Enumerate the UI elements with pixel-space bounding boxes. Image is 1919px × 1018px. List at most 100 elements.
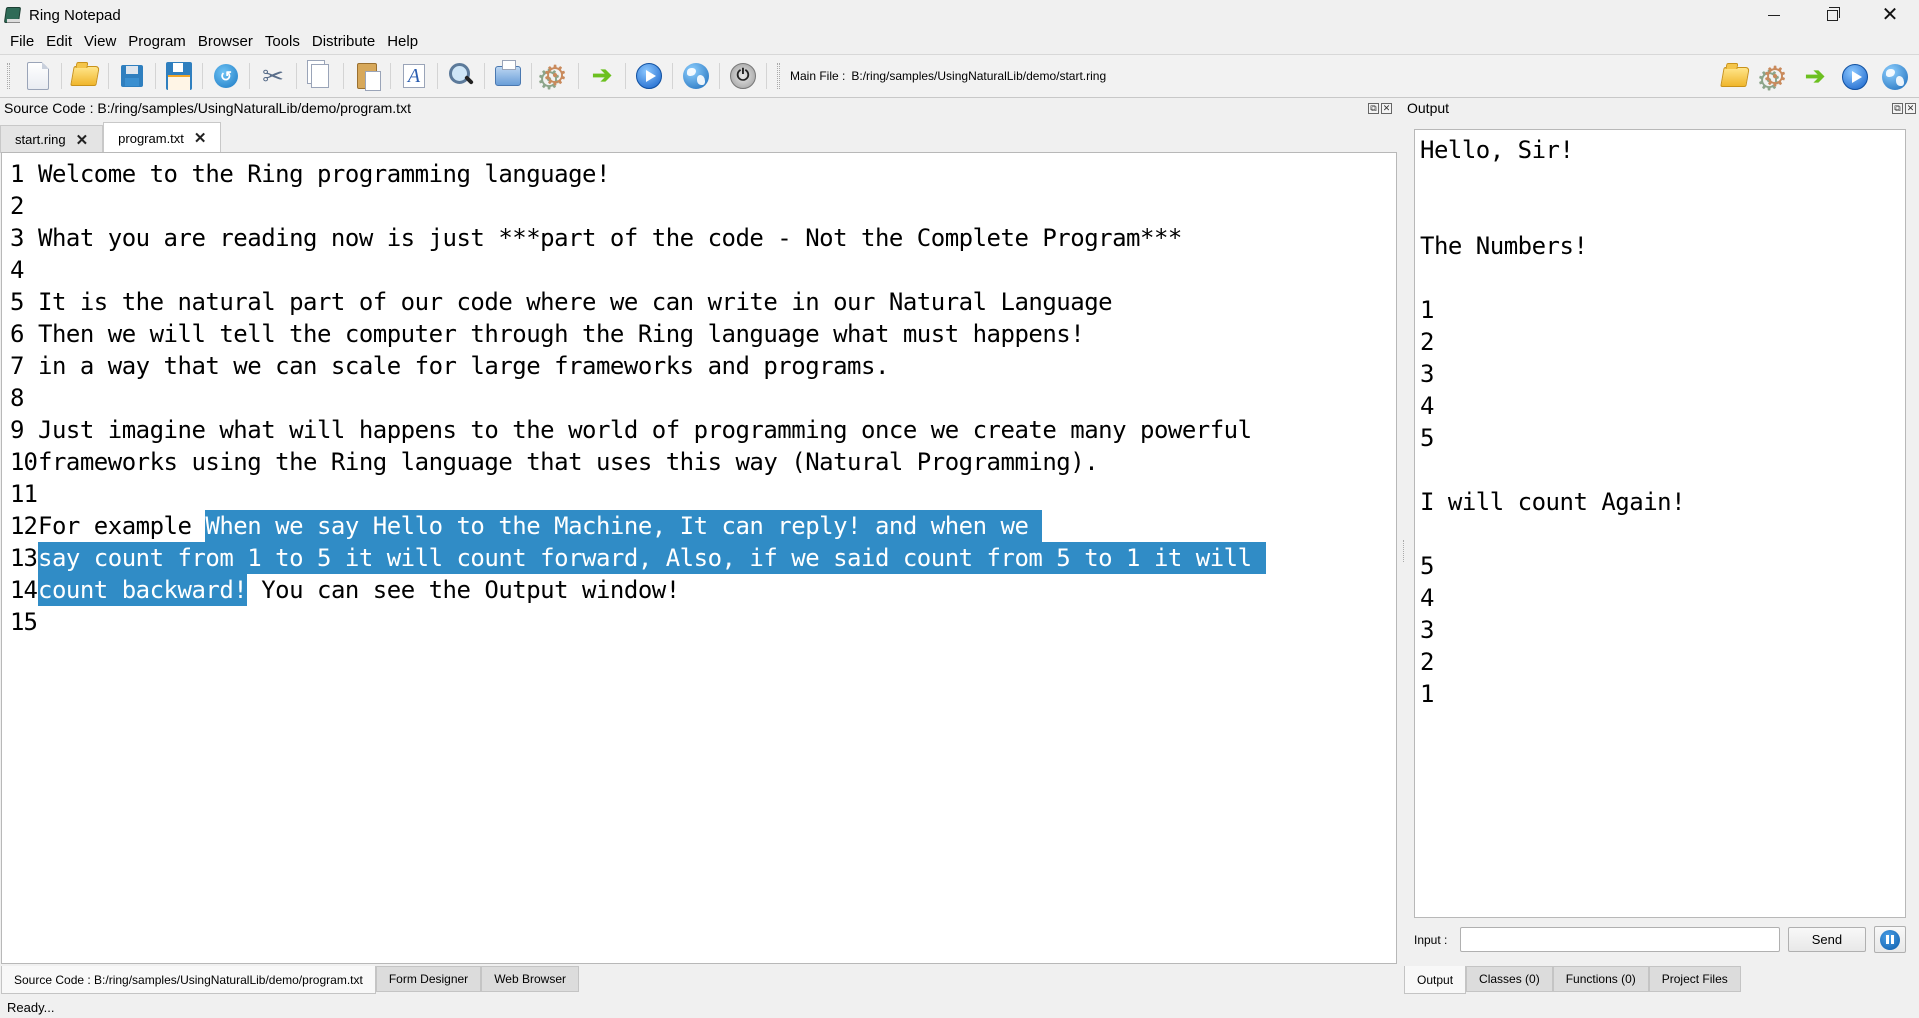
close-tab-icon[interactable]: ✕ — [76, 131, 89, 149]
tab-start-ring[interactable]: start.ring ✕ — [0, 125, 104, 153]
menu-distribute[interactable]: Distribute — [306, 33, 381, 50]
code-line[interactable]: 13 say count from 1 to 5 it will count fo… — [2, 542, 1396, 574]
tab-form-designer[interactable]: Form Designer — [375, 966, 482, 992]
code-line[interactable]: 12 For example When we say Hello to the M… — [2, 510, 1396, 542]
open-main-file-button[interactable] — [1715, 59, 1755, 95]
code-line[interactable]: 2 — [2, 190, 1396, 222]
font-button[interactable]: A — [395, 58, 433, 94]
code-line[interactable]: 15 — [2, 606, 1396, 638]
tab-functions[interactable]: Functions (0) — [1552, 966, 1649, 992]
save-icon — [121, 65, 143, 87]
text-segment: Just imagine what will happens to the wo… — [38, 416, 1252, 444]
debug-main-file-button[interactable]: ⚙ — [1755, 59, 1795, 95]
copy-icon — [311, 64, 329, 88]
printer-icon — [495, 60, 521, 86]
tab-web-browser[interactable]: Web Browser — [481, 966, 579, 992]
code-line[interactable]: 10 frameworks using the Ring language tha… — [2, 446, 1396, 478]
program-input-field[interactable] — [1459, 927, 1780, 952]
menu-help[interactable]: Help — [381, 33, 424, 50]
code-line[interactable]: 11 — [2, 478, 1396, 510]
run-web-main-file-button[interactable] — [1875, 59, 1915, 95]
line-text: in a way that we can scale for large fra… — [38, 352, 889, 380]
new-file-button[interactable] — [19, 58, 57, 94]
pause-button[interactable] — [1874, 926, 1906, 953]
run-main-file-button[interactable]: ➔ — [1795, 59, 1835, 95]
text-segment: It is the natural part of our code where… — [38, 288, 1113, 316]
toolbar-grip[interactable] — [7, 63, 10, 89]
close-button[interactable]: ✕ — [1861, 0, 1919, 30]
save-button[interactable] — [113, 58, 151, 94]
code-editor[interactable]: 1 Welcome to the Ring programming languag… — [1, 152, 1397, 964]
output-line: 2 — [1420, 328, 1434, 356]
print-button[interactable] — [489, 58, 527, 94]
window-controls: ✕ — [1745, 0, 1919, 30]
line-number: 9 — [10, 416, 24, 444]
close-dock-icon[interactable]: ✕ — [1905, 103, 1916, 114]
save-as-button[interactable] — [160, 58, 198, 94]
selected-text: When we say Hello to the Machine, It can… — [205, 510, 1043, 542]
menu-view[interactable]: View — [78, 33, 122, 50]
toolbar-separator — [719, 63, 720, 89]
power-icon: ⏻ — [730, 63, 756, 89]
find-button[interactable] — [442, 58, 480, 94]
code-line[interactable]: 4 — [2, 254, 1396, 286]
text-segment: For example — [38, 512, 206, 540]
run-web-button[interactable] — [677, 58, 715, 94]
tab-project-files[interactable]: Project Files — [1648, 966, 1741, 992]
tab-classes[interactable]: Classes (0) — [1466, 966, 1553, 992]
toolbar-separator — [484, 63, 485, 89]
output-text-area[interactable]: Hello, Sir! The Numbers! 1 2 3 4 5 I will count… — [1414, 129, 1906, 918]
output-line: 1 — [1420, 296, 1434, 324]
code-line[interactable]: 14 count backward! You can see the Output… — [2, 574, 1396, 606]
run-gui-button[interactable] — [630, 58, 668, 94]
play-icon — [636, 63, 662, 89]
code-line[interactable]: 1 Welcome to the Ring programming languag… — [2, 158, 1396, 190]
code-line[interactable]: 7 in a way that we can scale for large fr… — [2, 350, 1396, 382]
close-dock-icon[interactable]: ✕ — [1381, 103, 1392, 114]
line-number: 5 — [10, 288, 24, 316]
tab-output[interactable]: Output — [1404, 966, 1467, 994]
output-line: 4 — [1420, 392, 1434, 420]
output-dock-buttons: ⧉ ✕ — [1892, 103, 1916, 114]
debug-button[interactable]: ⚙ — [536, 58, 574, 94]
line-number: 6 — [10, 320, 24, 348]
code-line[interactable]: 8 — [2, 382, 1396, 414]
menu-program[interactable]: Program — [122, 33, 192, 50]
float-dock-icon[interactable]: ⧉ — [1892, 103, 1903, 114]
toolbar-separator — [108, 63, 109, 89]
status-bar: Ready... — [0, 996, 1919, 1018]
code-line[interactable]: 5 It is the natural part of our code wher… — [2, 286, 1396, 318]
minimize-button[interactable] — [1745, 0, 1803, 30]
code-line[interactable]: 9 Just imagine what will happens to the w… — [2, 414, 1396, 446]
menu-file[interactable]: File — [4, 33, 40, 50]
menu-edit[interactable]: Edit — [40, 33, 78, 50]
tab-program-txt[interactable]: program.txt ✕ — [103, 122, 222, 153]
toolbar-grip[interactable] — [777, 63, 780, 89]
toolbar-separator — [61, 63, 62, 89]
open-file-button[interactable] — [66, 58, 104, 94]
tab-source-code[interactable]: Source Code : B:/ring/samples/UsingNatur… — [1, 966, 376, 994]
line-text: Then we will tell the computer through t… — [38, 320, 1085, 348]
line-number: 15 — [10, 608, 38, 636]
dock-splitter-handle[interactable] — [1403, 540, 1405, 562]
run-gui-main-file-button[interactable] — [1835, 59, 1875, 95]
run-button[interactable]: ➔ — [583, 58, 621, 94]
code-line[interactable]: 3 What you are reading now is just ***par… — [2, 222, 1396, 254]
cut-button[interactable]: ✂ — [254, 58, 292, 94]
code-line[interactable]: 6 Then we will tell the computer through … — [2, 318, 1396, 350]
toolbar-separator — [343, 63, 344, 89]
line-text: What you are reading now is just ***part… — [38, 224, 1182, 252]
paste-button[interactable] — [348, 58, 386, 94]
close-tab-icon[interactable]: ✕ — [194, 129, 207, 147]
reload-button[interactable]: ↺ — [207, 58, 245, 94]
send-button[interactable]: Send — [1787, 927, 1867, 952]
menu-tools[interactable]: Tools — [259, 33, 306, 50]
line-number: 14 — [10, 576, 38, 604]
restore-button[interactable] — [1803, 0, 1861, 30]
menu-browser[interactable]: Browser — [192, 33, 259, 50]
float-dock-icon[interactable]: ⧉ — [1368, 103, 1379, 114]
paste-icon — [357, 63, 381, 91]
copy-button[interactable] — [301, 58, 339, 94]
stop-button[interactable]: ⏻ — [724, 58, 762, 94]
